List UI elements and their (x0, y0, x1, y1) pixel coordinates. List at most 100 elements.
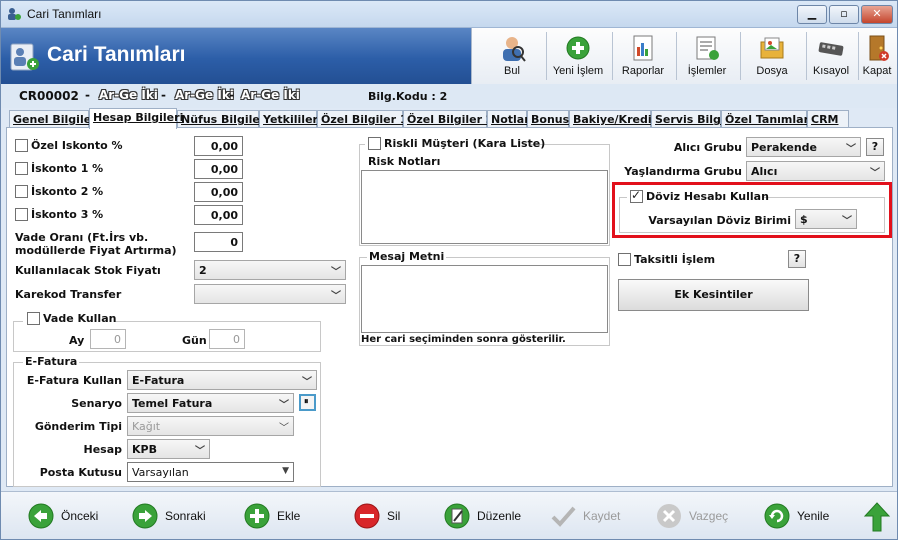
chevron-down-icon: ﹀ (195, 446, 205, 457)
alici-grubu-help-button[interactable]: ? (866, 138, 884, 156)
operations-icon (696, 36, 719, 60)
iskonto-2-input[interactable]: 0,00 (194, 182, 243, 202)
tab-nufus-bilgileri[interactable]: Nüfus Bilgileri (177, 110, 269, 128)
separator-dash: - (229, 88, 234, 102)
efatura-group-title: E-Fatura (23, 355, 80, 368)
senaryo-info-button[interactable]: ⏸ (299, 394, 316, 411)
risk-notlari-textarea[interactable] (361, 170, 608, 244)
chevron-down-icon: ﹀ (279, 400, 289, 411)
vazgec-button[interactable]: Vazgeç (655, 502, 735, 530)
report-icon (633, 35, 653, 61)
tab-ozel-bilgiler-1[interactable]: Özel Bilgiler 1 (317, 110, 408, 128)
gonderim-tipi-value: Kağıt (132, 420, 161, 433)
tab-ozel-tanimlar[interactable]: Özel Tanımlar (721, 110, 809, 128)
gun-input[interactable]: 0 (209, 329, 245, 349)
hesap-select[interactable]: KPB ﹀ (127, 439, 210, 459)
alici-grubu-value: Perakende (751, 141, 818, 154)
add-circle-icon (566, 36, 590, 60)
mesaj-metni-textarea[interactable] (361, 265, 608, 333)
yenile-button[interactable]: Yenile (763, 502, 843, 530)
riskli-musteri-checkbox[interactable] (368, 137, 381, 150)
search-person-icon (503, 37, 526, 62)
bul-button[interactable]: Bul (480, 28, 544, 84)
kaydet-label: Kaydet (583, 509, 621, 523)
record-code: CR00002 (19, 89, 79, 103)
sil-button[interactable]: Sil (353, 502, 413, 530)
iskonto-3-checkbox[interactable] (15, 208, 28, 221)
tab-servis-bilg[interactable]: Servis Bilg. (651, 110, 725, 128)
title-bar[interactable]: Cari Tanımları ▁ ▫ ✕ (1, 1, 897, 28)
bilg-kodu: Bilg.Kodu : 2 (368, 90, 448, 103)
hesap-label: Hesap (83, 443, 122, 456)
posta-kutusu-label: Posta Kutusu (39, 466, 122, 479)
chevron-down-icon: ﹀ (331, 291, 341, 302)
sil-label: Sil (387, 509, 401, 523)
yaslandirma-grubu-value: Alıcı (751, 165, 778, 178)
arrow-right-circle-icon (132, 503, 158, 529)
sonraki-button[interactable]: Sonraki (131, 502, 211, 530)
ozel-iskonto-checkbox[interactable] (15, 139, 28, 152)
exit-door-icon (869, 35, 889, 61)
record-name-3: Ar-Ge İki (241, 88, 300, 102)
tab-genel-bilgiler[interactable]: Genel Bilgiler (9, 110, 97, 128)
dosya-label: Dosya (756, 65, 788, 77)
tab-ozel-bilgiler-2[interactable]: Özel Bilgiler 2 (403, 110, 494, 128)
ay-input[interactable]: 0 (90, 329, 126, 349)
raporlar-label: Raporlar (621, 65, 665, 77)
maximize-button[interactable]: ▫ (829, 5, 859, 24)
senaryo-select[interactable]: Temel Fatura ﹀ (127, 393, 294, 413)
yaslandirma-grubu-select[interactable]: Alıcı ﹀ (746, 161, 885, 181)
chevron-down-icon: ﹀ (279, 423, 289, 434)
duzenle-button[interactable]: Düzenle (443, 502, 533, 530)
close-icon: ✕ (872, 7, 882, 20)
scroll-top-button[interactable] (863, 502, 891, 532)
ek-kesintiler-button[interactable]: Ek Kesintiler (618, 279, 809, 311)
yeni-islem-button[interactable]: Yeni İşlem (546, 28, 610, 84)
kapat-button[interactable]: Kapat (858, 28, 896, 84)
raporlar-button[interactable]: Raporlar (612, 28, 674, 84)
taksitli-islem-checkbox[interactable] (618, 253, 631, 266)
tab-crm[interactable]: CRM (807, 110, 849, 128)
highlight-box (612, 182, 892, 238)
senaryo-label: Senaryo (71, 397, 122, 410)
iskonto-3-input[interactable]: 0,00 (194, 205, 243, 225)
dropdown-arrow-icon: ▼ (282, 466, 289, 476)
stok-fiyati-select[interactable]: 2 ﹀ (194, 260, 346, 280)
close-button[interactable]: ✕ (861, 5, 893, 24)
gonderim-tipi-select[interactable]: Kağıt ﹀ (127, 416, 294, 436)
islemler-button[interactable]: İşlemler (676, 28, 738, 84)
posta-kutusu-select[interactable]: Varsayılan ▼ (127, 462, 294, 482)
vade-orani-input[interactable]: 0 (194, 232, 243, 252)
tab-yetkililer[interactable]: Yetkililer (259, 110, 318, 128)
navigation-bar: Önceki Sonraki Ekle Sil Düzenle Kaydet V… (1, 491, 897, 539)
keyboard-icon (818, 42, 844, 56)
alici-grubu-select[interactable]: Perakende ﹀ (746, 137, 861, 157)
tab-notlar[interactable]: Notlar (487, 110, 530, 128)
iskonto-2-checkbox[interactable] (15, 185, 28, 198)
chevron-down-icon: ﹀ (846, 144, 856, 155)
ekle-label: Ekle (277, 509, 301, 523)
ozel-iskonto-input[interactable]: 0,00 (194, 136, 243, 156)
tab-bonus[interactable]: Bonus (527, 110, 569, 128)
dosya-button[interactable]: Dosya (740, 28, 804, 84)
riskli-musteri-label: Riskli Müşteri (Kara Liste) (384, 137, 546, 150)
tab-bakiye-kredi[interactable]: Bakiye/Kredi (569, 110, 652, 128)
kisayol-button[interactable]: Kısayol (806, 28, 856, 84)
karekod-select[interactable]: ﹀ (194, 284, 346, 304)
iskonto-1-checkbox[interactable] (15, 162, 28, 175)
yeni-islem-label: Yeni İşlem (552, 65, 604, 77)
taksitli-help-button[interactable]: ? (788, 250, 806, 268)
kaydet-button[interactable]: Kaydet (549, 502, 629, 530)
onceki-button[interactable]: Önceki (27, 502, 107, 530)
chevron-down-icon: ﹀ (302, 377, 312, 388)
efatura-kullan-select[interactable]: E-Fatura ﹀ (127, 370, 317, 390)
ozel-iskonto-label: Özel Iskonto % (31, 139, 123, 152)
vade-kullan-checkbox[interactable] (27, 312, 40, 325)
gonderim-tipi-label: Gönderim Tipi (34, 420, 122, 433)
ekle-button[interactable]: Ekle (243, 502, 313, 530)
efatura-kullan-value: E-Fatura (132, 374, 185, 387)
iskonto-1-input[interactable]: 0,00 (194, 159, 243, 179)
yaslandirma-grubu-label: Yaşlandırma Grubu (624, 165, 742, 178)
minimize-button[interactable]: ▁ (797, 5, 827, 24)
tab-hesap-bilgileri[interactable]: Hesap Bilgileri (89, 108, 183, 129)
